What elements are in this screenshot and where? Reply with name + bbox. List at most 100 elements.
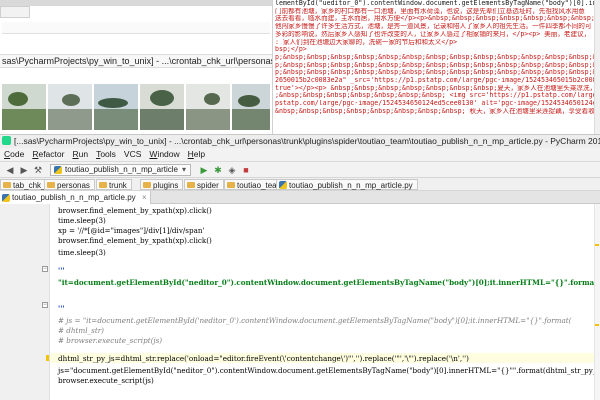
breadcrumb-label: trunk [109,181,127,190]
code-line[interactable]: # browser.execute_script(js) [58,336,162,345]
breadcrumb-item[interactable]: personas [44,179,95,190]
thumbnail-image[interactable] [186,84,230,130]
menu-item-code[interactable]: Code [0,148,28,161]
ide-toolbar: ◀ ▶ ⚒ toutiao_publish_n_n_mp_article ▾ ▶ … [0,161,600,177]
project-path-text: sas\PycharmProjects\py_win_to_unix] - ..… [0,54,272,68]
breadcrumb: tab_chk_url personas trunk plugins spider tou… [0,177,600,191]
python-file-icon [54,166,62,174]
run-config-label: toutiao_publish_n_n_mp_article [65,165,178,174]
ide-title-bar: [...sas\PycharmProjects\py_win_to_unix] … [0,134,600,148]
editor-gutter: − − [0,204,50,400]
code-line[interactable]: ''' [58,304,65,313]
source-line: ;&nbsp;&nbsp;&nbsp;&nbsp;&nbsp;&nbsp;&nb… [275,92,600,100]
menu-item-window[interactable]: Window [145,148,183,161]
breadcrumb-label: toutiao_publish_n_n_mp_article.py [289,181,413,190]
code-line[interactable]: # dhtml_str) [58,326,104,335]
code-line[interactable]: # js = "it=document.getElementById('nedi… [58,316,571,325]
run-configuration-select[interactable]: toutiao_publish_n_n_mp_article ▾ [50,164,191,176]
folder-icon [143,182,151,188]
close-icon[interactable]: × [142,191,147,204]
browser-tab[interactable] [0,6,30,18]
browser-window-fragment: sas\PycharmProjects\py_win_to_unix] - ..… [0,0,272,134]
code-line[interactable]: "it=document.getElementById("neditor_0")… [58,278,600,287]
folder-icon [3,182,11,188]
thumbnail-image[interactable] [94,84,138,130]
warning-stripe[interactable] [595,324,599,326]
thumbnail-image[interactable] [140,84,184,130]
folder-icon [47,182,55,188]
source-scrollbar[interactable] [594,0,600,134]
thumbnail-image[interactable] [2,84,46,130]
code-line[interactable]: xp = '//*[@id="images"]/div[1]/div/span' [58,226,204,235]
menu-item-help[interactable]: Help [184,148,209,161]
menu-item-refactor[interactable]: Refactor [28,148,68,161]
code-line[interactable]: browser.find_element_by_xpath(xp).click(… [58,206,212,215]
thumbnail-image[interactable] [232,84,270,130]
folder-icon [227,182,235,188]
source-line: p;&nbsp;&nbsp;&nbsp;&nbsp;&nbsp;&nbsp;&n… [275,53,600,61]
menu-item-tools[interactable]: Tools [92,148,120,161]
menu-item-vcs[interactable]: VCS [120,148,145,161]
source-line: bsp;</p> [275,46,307,54]
source-line: true'></p><p> &nbsp;&nbsp;&nbsp;&nbsp;&n… [275,84,600,92]
menu-label: VCS [123,149,142,159]
breadcrumb-item[interactable]: plugins [140,179,184,190]
menu-label: efactor [38,149,65,159]
ide-menu-bar: Code Refactor Run Tools VCS Window Help [0,148,600,161]
editor-scrollbar[interactable] [594,204,600,400]
image-thumbnails [0,84,272,132]
menu-label: ode [10,149,25,159]
code-area[interactable]: browser.find_element_by_xpath(xp).click(… [58,204,600,400]
code-line[interactable]: dhtml_str_py_js=dhtml_str.replace('onloa… [58,354,469,363]
pycharm-icon [2,136,11,145]
source-line: 2650015b2c0083e2a" _src='https://p1.psta… [275,77,600,85]
debug-icon[interactable]: ✱ [212,164,224,176]
forward-arrow-icon[interactable]: ▶ [18,164,30,176]
folder-icon [187,182,195,188]
breadcrumb-label: plugins [153,181,179,190]
code-line[interactable]: ''' [58,266,65,275]
menu-item-run[interactable]: Run [68,148,92,161]
python-file-icon [279,181,287,189]
stop-icon[interactable]: ■ [240,164,252,176]
source-line: p;&nbsp;&nbsp;&nbsp;&nbsp;&nbsp;&nbsp;&n… [275,61,600,69]
python-file-icon [2,194,10,202]
browser-address-area[interactable] [2,22,270,34]
devtools-source-panel: lementById("ueditor_0").contentWindow.do… [272,0,600,134]
hammer-icon[interactable]: ⚒ [32,164,44,176]
source-line: lementById("ueditor_0").contentWindow.do… [275,0,600,7]
editor-tab-label: toutiao_publish_n_n_mp_article.py [12,193,136,202]
source-line: 门前都有池塘，家乡的村口都有一口池塘，里面有水荷藻，也说，这是先辈们立基选址时，… [275,7,585,15]
code-line[interactable]: browser.find_element_by_xpath(xp).click(… [58,236,212,245]
breadcrumb-item[interactable]: trunk [96,179,132,190]
code-line[interactable]: browser.execute_script(js) [58,376,154,385]
source-line: pstatp.com/large/pgc-image/1524534650124… [275,100,600,108]
warning-stripe[interactable] [595,244,599,246]
fold-marker-icon[interactable]: − [42,302,48,308]
source-line: 送去看看，临水而建，主水而居，用水方便</p><p>&nbsp;&nbsp;&n… [275,15,600,23]
back-arrow-icon[interactable]: ◀ [4,164,16,176]
breadcrumb-label: spider [197,181,219,190]
code-line[interactable]: time.sleep(3) [58,248,106,257]
run-icon[interactable]: ▶ [198,164,210,176]
editor-tab-active[interactable]: toutiao_publish_n_n_mp_article.py × [0,191,151,204]
ide-title-text: [...sas\PycharmProjects\py_win_to_unix] … [14,136,600,146]
fold-marker-icon[interactable]: − [42,266,48,272]
source-line: : 家人们到在池塘边大家聊的，洗碗一家的节后和和太义</p> [275,38,458,46]
code-editor[interactable]: − − browser.find_element_by_xpath(xp).cl… [0,204,600,400]
breadcrumb-item[interactable]: spider [184,179,224,190]
menu-label: elp [193,149,206,159]
source-line: 多彩的影响说，然后家乡人感知了也许改变的人，让家乡人感过了相家铺的来月，</p>… [275,30,591,38]
coverage-icon[interactable]: ◈ [226,164,238,176]
menu-label: indow [157,149,180,159]
code-line[interactable]: time.sleep(3) [58,216,106,225]
source-line: 他闯家乡慢慢了许多生活方式，池塘，是秀一道风景，记录和陪人了家乡人的祖先生活。一… [275,23,592,31]
thumbnail-image[interactable] [48,84,92,130]
chevron-down-icon: ▾ [181,165,186,174]
source-line: p;&nbsp;&nbsp;&nbsp;&nbsp;&nbsp;&nbsp;&n… [275,69,600,77]
source-line: &nbsp;&nbsp;&nbsp;&nbsp;&nbsp;&nbsp;&nbs… [275,107,600,115]
menu-label: un [78,149,89,159]
code-line[interactable]: js="document.getElementById("neditor_0")… [58,366,600,375]
editor-tab-strip: toutiao_publish_n_n_mp_article.py × [0,191,600,204]
breadcrumb-item[interactable]: toutiao_publish_n_n_mp_article.py [276,179,418,190]
